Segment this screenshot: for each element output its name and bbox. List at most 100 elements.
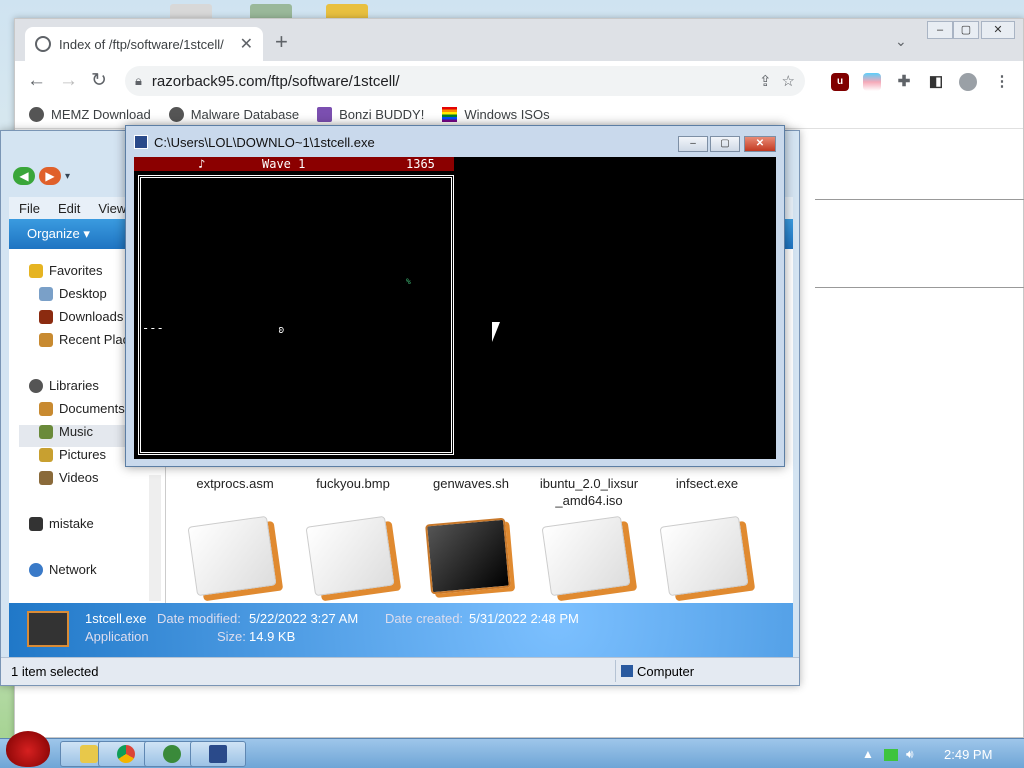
chevron-down-icon[interactable]: ▾	[65, 171, 70, 182]
file-icon[interactable]	[541, 515, 631, 597]
player-cell: ʚ	[278, 323, 285, 336]
nav-label: Pictures	[59, 447, 106, 462]
menu-edit[interactable]: Edit	[58, 201, 80, 216]
downloads-icon	[39, 309, 53, 324]
music-icon	[39, 424, 53, 439]
forward-button[interactable]: →	[59, 71, 78, 91]
game-hud: ♪ Wave 1 1365	[134, 157, 454, 171]
status-location: Computer	[637, 664, 695, 679]
close-button[interactable]: ✕	[981, 21, 1015, 39]
reload-button[interactable]: ↻	[91, 71, 107, 91]
bookmark-bonzi[interactable]: Bonzi BUDDY!	[317, 107, 424, 122]
menu-icon[interactable]: ⋮	[993, 73, 1011, 91]
lock-icon: 🔒︎	[135, 73, 142, 88]
file-fuckyou[interactable]: fuckyou.bmp	[298, 475, 408, 492]
nav-videos[interactable]: Videos	[39, 470, 99, 485]
wave-indicator: Wave 1	[262, 157, 306, 171]
menu-file[interactable]: File	[19, 201, 40, 216]
sidepanel-icon[interactable]: ◧	[927, 73, 945, 91]
bookmark-malware-db[interactable]: Malware Database	[168, 107, 300, 122]
horizontal-rule	[815, 199, 1024, 200]
globe-icon	[35, 36, 51, 52]
file-icon[interactable]	[305, 515, 395, 597]
details-filename: 1stcell.exe	[85, 611, 147, 626]
menu-view[interactable]: View	[98, 201, 126, 216]
nav-documents[interactable]: Documents	[39, 401, 125, 416]
bookmark-windows-isos[interactable]: Windows ISOs	[442, 107, 550, 122]
nav-label: mistake	[49, 516, 94, 531]
details-modified-label: Date modified:	[157, 611, 241, 626]
desktop-icon	[39, 286, 53, 301]
chevron-down-icon[interactable]: ⌄	[895, 33, 907, 50]
browser-tab[interactable]: Index of /ftp/software/1stcell/ ✕	[25, 27, 263, 61]
bookmark-label: Bonzi BUDDY!	[339, 107, 425, 122]
nav-libraries[interactable]: Libraries	[29, 378, 99, 393]
nav-music[interactable]: Music	[39, 424, 93, 439]
details-created-label: Date created:	[385, 611, 464, 626]
url-text[interactable]: razorback95.com/ftp/software/1stcell/	[152, 73, 749, 90]
back-button[interactable]: ←	[27, 71, 46, 91]
status-selection: 1 item selected	[11, 664, 99, 679]
console-titlebar[interactable]: C:\Users\LOL\DOWNLO~1\1stcell.exe	[134, 132, 375, 152]
start-button[interactable]	[6, 731, 50, 767]
share-icon[interactable]: ⇪	[759, 72, 772, 90]
horizontal-rule	[815, 287, 1024, 288]
maximize-button[interactable]: ▢	[953, 21, 979, 39]
console-screen[interactable]: ♪ Wave 1 1365 --- ʚ %	[134, 157, 776, 459]
image-file-icon[interactable]	[425, 517, 511, 595]
nav-network[interactable]: Network	[29, 562, 97, 577]
computer-icon	[621, 665, 633, 677]
clock[interactable]: 2:49 PM	[944, 747, 992, 762]
forward-button[interactable]: ▶	[39, 167, 61, 185]
organize-button[interactable]: Organize ▾	[27, 226, 90, 242]
nav-label: Favorites	[49, 263, 103, 278]
puzzle-icon[interactable]: ✚	[895, 73, 913, 91]
minimize-button[interactable]: –	[678, 136, 708, 152]
address-bar[interactable]: 🔒︎ razorback95.com/ftp/software/1stcell/…	[125, 66, 805, 96]
file-extprocs[interactable]: extprocs.asm	[180, 475, 290, 492]
profile-icon[interactable]	[959, 73, 977, 91]
file-infsect[interactable]: infsect.exe	[652, 475, 762, 492]
file-ibuntu[interactable]: ibuntu_2.0_lixsur _amd64.iso	[534, 475, 644, 509]
nav-label: Desktop	[59, 286, 107, 301]
nav-recent[interactable]: Recent Plac	[39, 332, 129, 347]
volume-icon[interactable]: 🔊︎	[906, 747, 914, 762]
nav-mistake[interactable]: mistake	[29, 516, 94, 531]
show-hidden-icons-icon[interactable]: ▲	[862, 747, 874, 761]
nav-pictures[interactable]: Pictures	[39, 447, 106, 462]
file-icon[interactable]	[659, 515, 749, 597]
nav-desktop[interactable]: Desktop	[39, 286, 107, 301]
chrome-icon	[117, 745, 135, 763]
nav-favorites[interactable]: Favorites	[29, 263, 102, 278]
star-icon[interactable]: ☆	[782, 72, 795, 90]
videos-icon	[39, 470, 53, 485]
back-button[interactable]: ◀	[13, 167, 35, 185]
new-tab-button[interactable]: +	[275, 31, 288, 53]
nav-label: Libraries	[49, 378, 99, 393]
details-type: Application	[85, 629, 149, 644]
nav-label: Videos	[59, 470, 99, 485]
maximize-button[interactable]: ▢	[710, 136, 740, 152]
divider	[615, 660, 616, 682]
star-icon	[29, 263, 43, 278]
battery-icon[interactable]	[884, 749, 898, 761]
bookmark-memz[interactable]: MEMZ Download	[29, 107, 151, 122]
file-genwaves[interactable]: genwaves.sh	[416, 475, 526, 492]
nav-downloads[interactable]: Downloads	[39, 309, 123, 324]
minimize-button[interactable]: –	[927, 21, 953, 39]
close-icon[interactable]: ✕	[240, 34, 253, 54]
music-note-icon: ♪	[198, 157, 206, 171]
console-window: C:\Users\LOL\DOWNLO~1\1stcell.exe – ▢ ✕ …	[125, 125, 785, 467]
scrollbar[interactable]	[149, 475, 161, 601]
nav-label: Recent Plac	[59, 332, 130, 347]
ublock-icon[interactable]: u	[831, 73, 849, 91]
close-button[interactable]: ✕	[744, 136, 776, 152]
nav-label: Downloads	[59, 309, 124, 324]
network-icon	[29, 562, 43, 577]
extension-icon[interactable]	[863, 73, 881, 91]
taskbar-console[interactable]	[190, 741, 246, 767]
details-modified: 5/22/2022 3:27 AM	[249, 611, 359, 626]
bookmark-label: Malware Database	[190, 107, 300, 122]
bookmark-label: Windows ISOs	[464, 107, 550, 122]
file-icon[interactable]	[187, 515, 277, 597]
